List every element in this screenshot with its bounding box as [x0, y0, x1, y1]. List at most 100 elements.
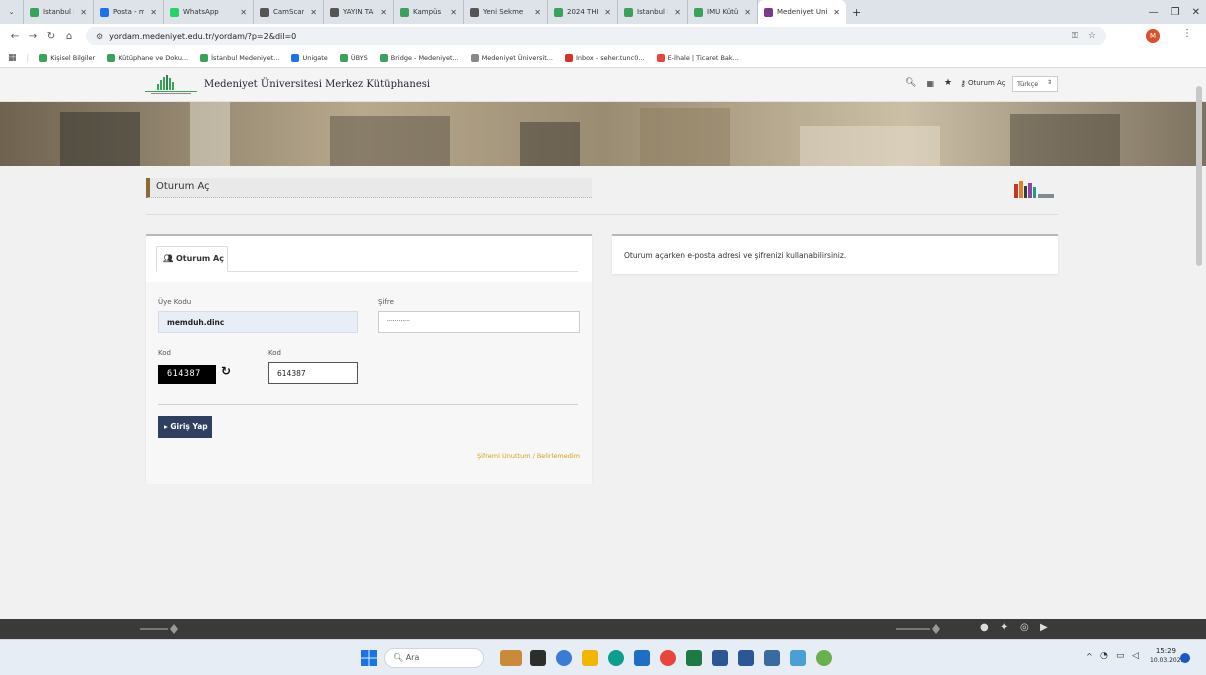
- tab-close-icon[interactable]: ✕: [80, 8, 87, 17]
- display-icon[interactable]: ▭: [1116, 651, 1125, 661]
- file-explorer-icon[interactable]: [582, 650, 598, 666]
- tab-favicon-icon: [100, 7, 109, 17]
- task-view-icon[interactable]: [530, 650, 546, 666]
- notification-badge[interactable]: [1180, 653, 1190, 663]
- content-divider: [146, 214, 1058, 215]
- star-icon[interactable]: ★: [944, 78, 952, 88]
- youtube-icon[interactable]: ▶: [1040, 622, 1048, 633]
- tab-label: Yeni Sekme: [483, 8, 524, 16]
- tab-close-icon[interactable]: ✕: [150, 8, 157, 17]
- browser-menu-icon[interactable]: ⋮: [1182, 28, 1192, 39]
- password-input[interactable]: ············: [378, 311, 580, 333]
- browser-tab[interactable]: WhatsApp ✕: [164, 0, 254, 24]
- login-submit-button[interactable]: ▸ Giriş Yap: [158, 416, 212, 438]
- browser-tab[interactable]: İstanbul Mede ✕: [24, 0, 94, 24]
- refresh-captcha-icon[interactable]: ↻: [221, 364, 231, 378]
- store-icon[interactable]: [634, 650, 650, 666]
- bookmark-item[interactable]: E-İhale | Ticaret Bak...: [656, 53, 739, 62]
- bookmark-item[interactable]: İstanbul Medeniyet...: [200, 53, 279, 62]
- taskbar-search-box[interactable]: 🔍︎ Ara: [384, 648, 484, 668]
- tab-close-icon[interactable]: ✕: [744, 8, 751, 17]
- chat-icon[interactable]: [556, 650, 572, 666]
- site-info-icon[interactable]: ⚙: [96, 32, 103, 41]
- browser-tab[interactable]: Posta - memd ✕: [94, 0, 164, 24]
- calendar-icon[interactable]: ▦: [926, 79, 934, 88]
- back-button[interactable]: ←: [6, 31, 24, 42]
- tab-close-icon[interactable]: ✕: [450, 8, 457, 17]
- volume-icon[interactable]: ◁: [1132, 651, 1139, 661]
- twitter-icon[interactable]: ✦: [1000, 622, 1008, 633]
- code-input[interactable]: 614387: [268, 362, 358, 384]
- apps-grid-icon[interactable]: ▦: [8, 53, 17, 63]
- browser-tab[interactable]: CamScanner 10 ✕: [254, 0, 324, 24]
- github-icon[interactable]: ●: [980, 622, 989, 633]
- captcha-image: 614387: [158, 365, 216, 384]
- close-window-button[interactable]: ✕: [1186, 0, 1206, 24]
- member-code-input[interactable]: memduh.dinc: [158, 311, 358, 333]
- browser-tab[interactable]: İMÜ Kütüphan ✕: [688, 0, 758, 24]
- word-icon-2[interactable]: [738, 650, 754, 666]
- language-select[interactable]: Türkçe ⇕: [1012, 76, 1058, 92]
- users-icon: 👥︎: [163, 254, 174, 263]
- browser-tab[interactable]: YAYIN TALEP İ ✕: [324, 0, 394, 24]
- tab-list-button[interactable]: ⌄: [0, 0, 24, 24]
- photos-icon[interactable]: [790, 650, 806, 666]
- home-button[interactable]: ⌂: [60, 31, 78, 42]
- bookmark-item[interactable]: Bridge - Medeniyet...: [379, 53, 459, 62]
- widgets-icon[interactable]: [500, 650, 522, 666]
- tab-login[interactable]: 👥︎ Oturum Aç: [156, 246, 228, 272]
- bookmarks-bar: ▦ | Kişisel Bilgiler Kütüphane ve Doku...…: [0, 48, 1206, 68]
- restore-button[interactable]: ❐: [1165, 0, 1186, 24]
- notepad-icon[interactable]: [764, 650, 780, 666]
- tab-close-icon[interactable]: ✕: [604, 8, 611, 17]
- minimize-button[interactable]: —: [1143, 0, 1165, 24]
- reload-button[interactable]: ↻: [42, 31, 60, 42]
- tab-close-icon[interactable]: ✕: [833, 8, 840, 17]
- windows-start-icon[interactable]: [361, 650, 377, 666]
- clock[interactable]: 15:29 10.03.2025: [1150, 647, 1185, 664]
- app-icon[interactable]: [816, 650, 832, 666]
- forward-button[interactable]: →: [24, 31, 42, 42]
- bookmark-item[interactable]: ÜBYS: [339, 53, 368, 62]
- edge-icon[interactable]: [608, 650, 624, 666]
- site-title[interactable]: Medeniyet Üniversitesi Merkez Kütüphanes…: [204, 79, 430, 90]
- tab-close-icon[interactable]: ✕: [380, 8, 387, 17]
- browser-tab[interactable]: 2024 THE Genç ✕: [548, 0, 618, 24]
- bookmark-label: ÜBYS: [350, 53, 368, 62]
- bookmark-item[interactable]: Kişisel Bilgiler: [39, 53, 95, 62]
- search-icon[interactable]: 🔍︎: [905, 78, 916, 88]
- browser-tab[interactable]: Medeniyet Üni ✕: [758, 0, 846, 24]
- tab-close-icon[interactable]: ✕: [310, 8, 317, 17]
- university-logo[interactable]: [143, 74, 199, 96]
- bookmark-star-icon[interactable]: ☆: [1088, 31, 1096, 41]
- yordam-logo: [140, 624, 178, 634]
- bookmark-item[interactable]: Unigate: [291, 53, 328, 62]
- bookmark-item[interactable]: Kütüphane ve Doku...: [107, 53, 188, 62]
- network-icon[interactable]: ◔: [1100, 651, 1108, 661]
- browser-tab[interactable]: Yeni Sekme ✕: [464, 0, 548, 24]
- word-icon[interactable]: [712, 650, 728, 666]
- tab-label: İstanbul Mede: [43, 8, 74, 16]
- tab-close-icon[interactable]: ✕: [674, 8, 681, 17]
- tab-close-icon[interactable]: ✕: [240, 8, 247, 17]
- login-link[interactable]: Oturum Aç: [968, 79, 1006, 87]
- books-icon: [1014, 181, 1054, 198]
- forgot-password-link[interactable]: Şifremi Unuttum / Belirlemedim: [477, 452, 580, 460]
- tab-favicon-icon: [30, 7, 39, 17]
- tab-close-icon[interactable]: ✕: [534, 8, 541, 17]
- profile-avatar[interactable]: M: [1146, 29, 1160, 43]
- new-tab-button[interactable]: +: [846, 0, 867, 24]
- bookmark-item[interactable]: Medeniyet Üniversit...: [470, 53, 553, 62]
- bookmark-item[interactable]: Inbox - seher.tunc0...: [564, 53, 645, 62]
- form-divider: [158, 404, 578, 405]
- browser-tab[interactable]: İstanbul Mede ✕: [618, 0, 688, 24]
- address-bar[interactable]: ⚙ yordam.medeniyet.edu.tr/yordam/?p=2&di…: [86, 27, 1106, 45]
- instagram-icon[interactable]: ◎: [1020, 622, 1029, 633]
- excel-icon[interactable]: [686, 650, 702, 666]
- tray-chevron-icon[interactable]: ^: [1086, 652, 1093, 661]
- clock-date: 10.03.2025: [1150, 657, 1185, 664]
- password-key-icon[interactable]: ⚿: [1072, 31, 1078, 41]
- chrome-icon[interactable]: [660, 650, 676, 666]
- browser-tab[interactable]: Kampüs Dışı E ✕: [394, 0, 464, 24]
- page-scrollbar[interactable]: [1196, 86, 1202, 266]
